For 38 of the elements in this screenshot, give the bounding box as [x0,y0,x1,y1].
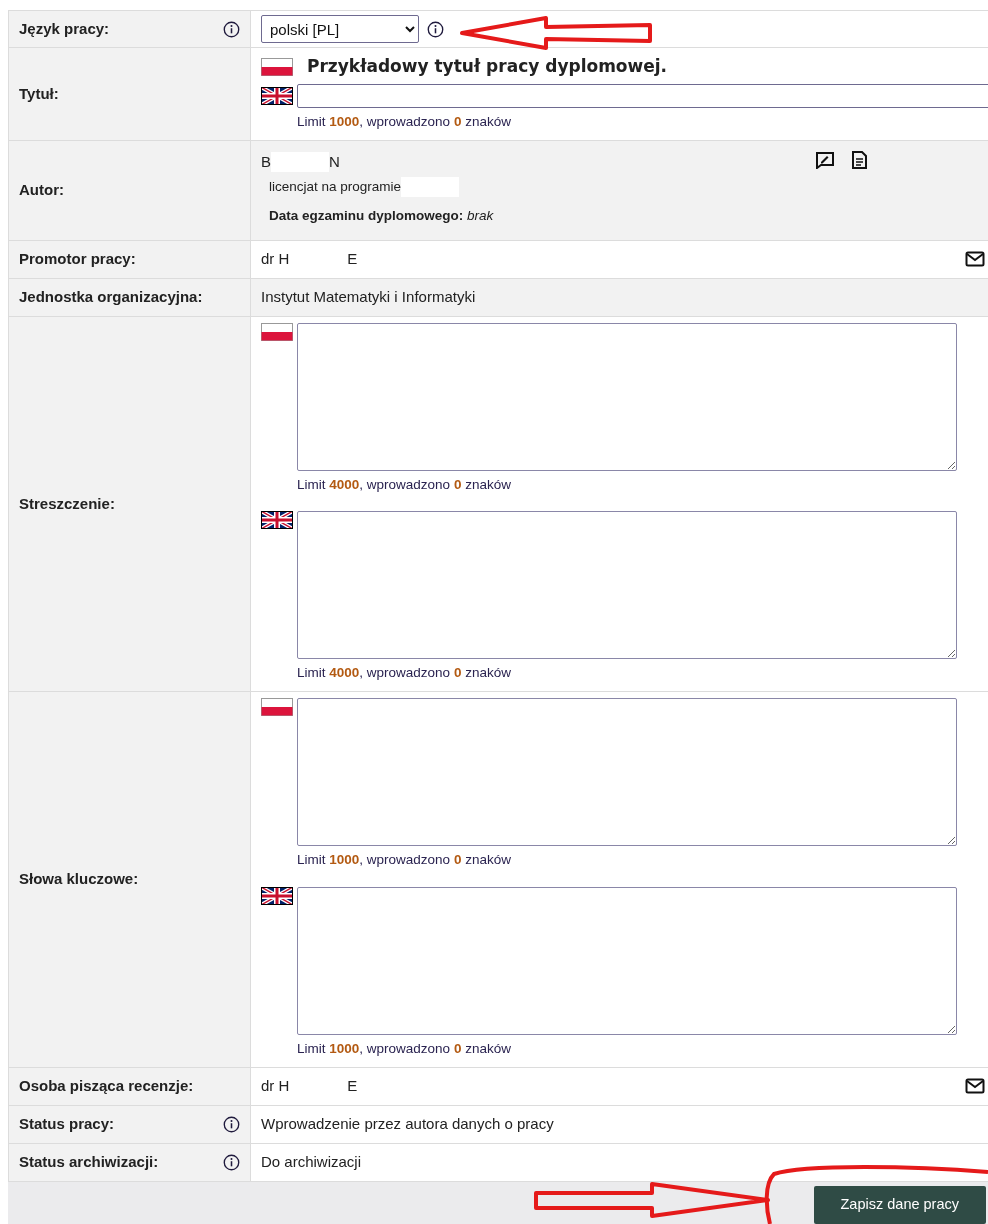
field-label: Język pracy: [19,18,110,39]
info-icon[interactable] [223,20,240,38]
character-counter: Limit 1000, wprowadzono 0 znaków [297,1039,512,1058]
title-text: Przykładowy tytuł pracy dyplomowej. [307,55,668,78]
character-counter: Limit 1000, wprowadzono 0 znaków [297,112,512,131]
field-value: Wprowadzenie przez autora danych o pracy [261,1115,554,1132]
field-label: Słowa kluczowe: [19,869,139,890]
info-icon[interactable] [223,1153,240,1171]
character-counter: Limit 1000, wprowadzono 0 znaków [297,851,512,870]
field-label: Tytuł: [19,83,59,104]
field-label: Osoba pisząca recenzje: [19,1076,194,1096]
field-value: Instytut Matematyki i Informatyki [261,288,476,305]
field-label: Promotor pracy: [19,249,136,269]
field-value: Do archiwizacji [261,1153,362,1170]
person-name: dr H [261,1076,290,1096]
person-name: N [329,151,340,172]
title-input[interactable] [297,83,988,108]
field-label: Jednostka organizacyjna: [19,287,203,307]
character-counter: Limit 4000, wprowadzono 0 znaków [297,664,512,682]
exam-date-text: Data egzaminu dyplomowego: brak [269,206,495,225]
person-name: B [261,151,271,172]
program-text: licencjat na programie [269,178,402,197]
save-button[interactable]: Zapisz dane pracy [813,1185,986,1224]
field-label: Streszczenie: [19,493,115,514]
person-name: E [347,1076,358,1096]
field-label: Status pracy: [19,1114,115,1134]
info-icon[interactable] [427,20,444,38]
document-icon[interactable] [851,150,867,169]
mail-icon[interactable] [965,251,985,268]
field-label: Autor: [19,180,64,200]
field-label: Status archiwizacji: [19,1152,159,1172]
info-icon[interactable] [223,1115,240,1133]
edit-icon[interactable] [815,150,835,169]
character-counter: Limit 4000, wprowadzono 0 znaków [297,475,512,494]
person-name: dr H [261,249,290,269]
person-name: E [347,249,358,269]
mail-icon[interactable] [965,1078,985,1095]
language-select[interactable]: polski [PL] [261,15,419,43]
